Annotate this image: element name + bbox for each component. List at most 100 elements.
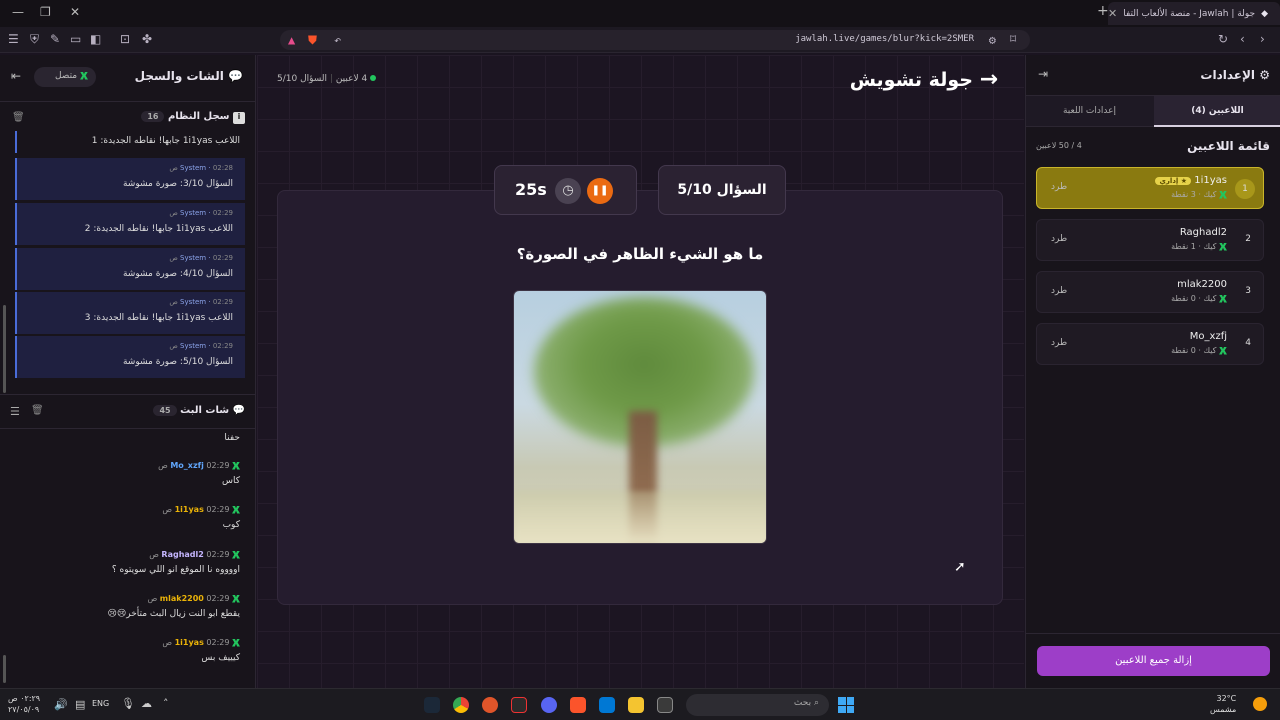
browser-tab-bar: — ❐ ✕ + ◆ جولة | Jawlah - منصة الألعاب ا…	[0, 0, 1280, 27]
bookmark-icon[interactable]: ⌑	[1010, 32, 1016, 46]
log-count-badge: 16	[141, 111, 165, 122]
new-tab-icon[interactable]: +	[1097, 3, 1109, 19]
question-counter: السؤال 5/10	[277, 74, 328, 84]
brave-shields-icon[interactable]: ⛊	[308, 33, 317, 48]
info-icon: i	[233, 112, 245, 124]
menu-icon[interactable]: ☰	[8, 32, 19, 46]
player-row[interactable]: 1 1i1yas ★ إداري كيك · 3 نقطة طرد	[1036, 167, 1264, 209]
question-number-box: السؤال 5/10	[658, 165, 786, 215]
clear-log-trash-icon[interactable]: 🗑	[12, 112, 25, 123]
chat-bubble-icon: 💬	[232, 405, 245, 416]
chat-scrollbar[interactable]	[3, 655, 6, 683]
network-icon[interactable]: ▤	[75, 698, 85, 711]
language-indicator[interactable]: ENG	[92, 699, 109, 708]
chat-message: 1i1yas 02:29 ص كوب	[162, 505, 240, 530]
sun-icon	[1253, 697, 1267, 711]
log-scrollbar[interactable]	[3, 305, 6, 393]
mouse-cursor-icon: ➚	[954, 559, 966, 575]
log-message-partial: اللاعب 1i1yas جابها! نقاطه الجديدة: 1	[91, 136, 240, 146]
kick-player-button[interactable]: طرد	[1051, 234, 1067, 244]
wallet-icon[interactable]: ▭	[70, 32, 81, 46]
windows-start-icon[interactable]	[838, 697, 854, 713]
chat-panel: ⇤ متصل 💬 الشات والسجل i سجل النظام 16 🗑 …	[0, 55, 256, 688]
collapse-settings-icon[interactable]: ⇥	[1038, 67, 1048, 81]
browser-tab[interactable]: ◆ جولة | Jawlah - منصة الألعاب التفا ✕	[1108, 2, 1280, 25]
cloud-icon[interactable]: ☁	[141, 697, 152, 710]
chat-username[interactable]: 1i1yas	[175, 505, 204, 514]
file-explorer-icon[interactable]	[628, 697, 644, 713]
remove-all-players-button[interactable]: إزالة جميع اللاعبين	[1037, 646, 1270, 676]
steam-icon[interactable]	[424, 697, 440, 713]
chat-username[interactable]: Mo_xzfj	[170, 461, 204, 470]
blurred-image	[513, 290, 767, 544]
clock-icon: ◷	[555, 178, 581, 204]
tab-game-settings[interactable]: إعدادات اللعبة	[1026, 96, 1153, 127]
share-icon[interactable]: ↶	[334, 33, 341, 47]
tab-players[interactable]: اللاعبين (4)	[1154, 96, 1280, 127]
terminal-icon[interactable]	[657, 697, 673, 713]
log-list[interactable]: اللاعب 1i1yas جابها! نقاطه الجديدة: 1 Sy…	[0, 131, 256, 381]
shield-icon[interactable]: ⛨	[30, 32, 39, 47]
clock[interactable]: ٠٢:٢٩ ص ٢٧/٠٥/٠٩	[8, 693, 40, 715]
minimize-icon[interactable]: —	[12, 5, 24, 19]
game-title: جولة تشويش	[849, 69, 973, 91]
player-row[interactable]: 4 Mo_xzfj كيك · 0 نقطة طرد	[1036, 323, 1264, 365]
chevron-up-icon[interactable]: ˄	[163, 697, 169, 710]
player-meta: كيك · 3 نقطة	[1171, 190, 1227, 199]
timer-value: 25s	[515, 180, 547, 199]
forward-icon[interactable]: ›	[1260, 32, 1265, 46]
live-chat-title: شات البث	[180, 405, 230, 416]
log-entry: System · 02:29 ص السؤال 5/10: صورة مشوشة	[15, 336, 245, 378]
reload-icon[interactable]: ↻	[1218, 32, 1228, 46]
player-row[interactable]: 2 Raghadl2 كيك · 1 نقطة طرد	[1036, 219, 1264, 261]
kick-player-button[interactable]: طرد	[1051, 286, 1067, 296]
close-window-icon[interactable]: ✕	[70, 5, 80, 19]
live-chat-list[interactable]: حفنا Mo_xzfj 02:29 ص كاس 1i1yas 02:29 ص …	[0, 429, 256, 688]
search-icon: ⌕	[813, 698, 819, 708]
puzzle-icon[interactable]: ✤	[142, 32, 152, 46]
settings-panel: ⚙ الإعدادات ⇥ اللاعبين (4) إعدادات اللعب…	[1025, 55, 1280, 688]
log-entry: System · 02:29 ص اللاعب 1i1yas جابها! نق…	[15, 292, 245, 334]
brave-rewards-icon[interactable]: ▲	[288, 33, 295, 47]
site-settings-icon[interactable]: ⚙	[989, 33, 996, 47]
clear-chat-trash-icon[interactable]: 🗑	[31, 405, 44, 416]
address-bar[interactable]: ▲ ⛊ ↶ jawlah.live/games/blur?kick=2SMER …	[280, 30, 1030, 50]
chrome-icon[interactable]	[453, 697, 469, 713]
weather-text: مشمس	[1210, 705, 1237, 714]
pause-button[interactable]: ❚❚	[587, 178, 613, 204]
player-rank: 1	[1235, 179, 1255, 199]
screenshot-icon[interactable]: ⊡	[120, 32, 130, 46]
divider	[0, 394, 256, 395]
app-icon[interactable]	[482, 697, 498, 713]
microphone-icon[interactable]: 🎙	[121, 697, 135, 710]
divider	[1026, 633, 1280, 634]
connection-status: متصل	[34, 67, 96, 87]
chat-message: mlak2200 02:29 ص يقطع ابو النت زيال البث…	[107, 594, 240, 619]
discord-icon[interactable]	[541, 697, 557, 713]
weather-widget[interactable]: 32°C مشمس	[1210, 693, 1236, 715]
game-app-icon[interactable]	[511, 697, 527, 713]
log-header: i سجل النظام 16	[141, 111, 245, 124]
chat-username[interactable]: Raghadl2	[161, 550, 203, 559]
player-rank: 3	[1245, 286, 1251, 296]
kick-player-button[interactable]: طرد	[1051, 338, 1067, 348]
extension-icon[interactable]: ✎	[50, 32, 60, 46]
tab-close-icon[interactable]: ✕	[1108, 7, 1117, 20]
kick-player-button[interactable]: طرد	[1051, 182, 1067, 192]
back-arrow-icon[interactable]: →	[980, 67, 998, 92]
player-row[interactable]: 3 mlak2200 كيك · 0 نقطة طرد	[1036, 271, 1264, 313]
volume-icon[interactable]: 🔊	[54, 698, 68, 711]
taskbar-search[interactable]: ⌕ بحث	[686, 694, 829, 716]
player-meta: كيك · 0 نقطة	[1171, 294, 1227, 303]
back-icon[interactable]: ‹	[1240, 32, 1245, 46]
store-icon[interactable]	[599, 697, 615, 713]
chat-username[interactable]: mlak2200	[160, 594, 204, 603]
game-meta: 4 لاعبين | السؤال 5/10	[277, 74, 377, 84]
filter-icon[interactable]: ☰	[10, 405, 20, 418]
collapse-panel-icon[interactable]: ⇤	[11, 69, 21, 83]
chat-username[interactable]: 1i1yas	[175, 638, 204, 647]
brave-icon[interactable]	[570, 697, 586, 713]
taskbar: ٠٢:٢٩ ص ٢٧/٠٥/٠٩ 🔊 ▤ ENG 🎙 ☁ ˄ ⌕ بحث 32°…	[0, 688, 1280, 720]
restore-icon[interactable]: ❐	[40, 5, 51, 19]
sidebar-toggle-icon[interactable]: ◧	[90, 32, 101, 46]
